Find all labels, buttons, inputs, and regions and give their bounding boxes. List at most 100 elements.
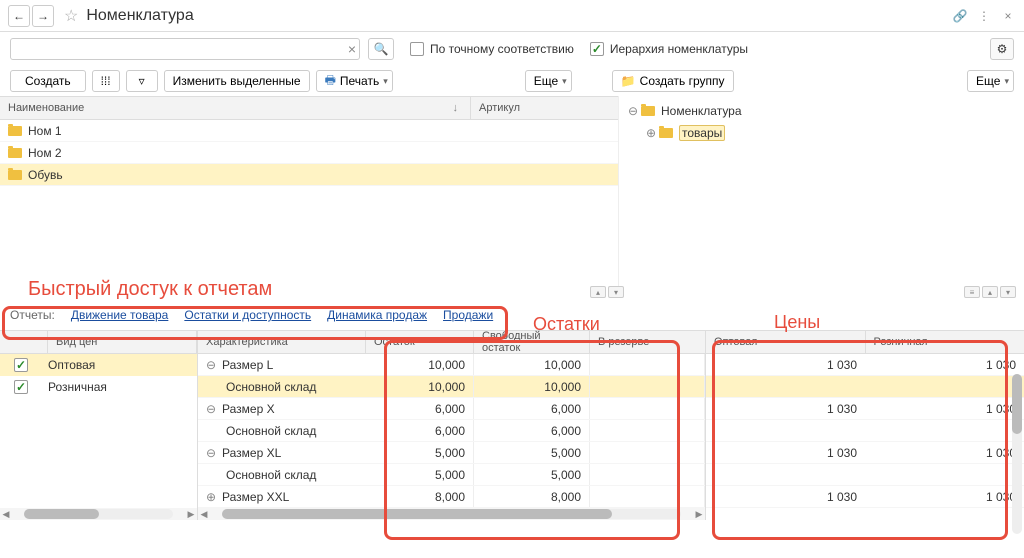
exact-match-label: По точному соответствию: [430, 42, 574, 56]
col-name-header[interactable]: Наименование ↓: [0, 102, 470, 114]
splitter-handle[interactable]: ▾: [608, 286, 624, 298]
print-label: Печать: [340, 74, 379, 88]
price-types-header: Вид цен: [0, 330, 197, 354]
report-link-stock[interactable]: Остатки и доступность: [184, 308, 311, 322]
folder-icon: [8, 126, 22, 136]
prices-row[interactable]: 1 0301 030: [706, 354, 1024, 376]
barcode-button[interactable]: ⁞⁞⁞: [92, 70, 120, 92]
bottom-area: Вид цен Оптовая Розничная ◀ ▶ Характерис…: [0, 330, 1024, 520]
scrollbar-h[interactable]: ◀ ▶: [198, 508, 705, 520]
splitter-handle[interactable]: ▴: [590, 286, 606, 298]
main-area: Наименование ↓ Артикул Ном 1 Ном 2 Обувь…: [0, 96, 1024, 286]
splitter-handle[interactable]: ▴: [982, 286, 998, 298]
expand-toggle-icon[interactable]: ⊖: [206, 358, 218, 372]
expand-toggle-icon[interactable]: ⊕: [206, 490, 218, 504]
link-icon[interactable]: 🔗: [952, 8, 968, 24]
reports-label: Отчеты:: [10, 308, 55, 322]
filter-icon: ▿: [139, 74, 145, 88]
checkbox-checked-icon[interactable]: [14, 358, 28, 372]
checkbox-checked-icon: [590, 42, 604, 56]
splitter-handle[interactable]: ≡: [964, 286, 980, 298]
prices-row[interactable]: 1 0301 030: [706, 398, 1024, 420]
create-group-button[interactable]: 📁 Создать группу: [612, 70, 734, 92]
tree-child[interactable]: ⊕ товары: [619, 122, 1024, 144]
folder-icon: [8, 170, 22, 180]
list-item-selected[interactable]: Обувь: [0, 164, 618, 186]
expand-toggle-icon[interactable]: ⊖: [206, 402, 218, 416]
more-icon[interactable]: ⋮: [976, 8, 992, 24]
retail-price-col[interactable]: Розничная: [866, 331, 1024, 353]
change-selected-button[interactable]: Изменить выделенные: [164, 70, 310, 92]
char-row[interactable]: Основной склад10,00010,000: [198, 376, 705, 398]
char-row[interactable]: ⊕Размер XXL8,0008,000: [198, 486, 705, 508]
char-header: Характеристика Остаток Свободный остаток…: [198, 330, 705, 354]
scrollbar-h[interactable]: ◀ ▶: [0, 508, 197, 520]
collapse-icon[interactable]: ⊖: [627, 104, 639, 118]
search-button[interactable]: 🔍: [368, 38, 394, 60]
characteristics-panel: Характеристика Остаток Свободный остаток…: [198, 330, 706, 520]
folder-icon: [641, 106, 655, 116]
prices-row[interactable]: [706, 376, 1024, 398]
char-row[interactable]: ⊖Размер X6,0006,000: [198, 398, 705, 420]
page-title: Номенклатура: [86, 7, 193, 25]
report-link-dynamics[interactable]: Динамика продаж: [327, 308, 427, 322]
char-row[interactable]: Основной склад6,0006,000: [198, 420, 705, 442]
prices-row[interactable]: 1 0301 030: [706, 486, 1024, 508]
more-button-right[interactable]: Еще: [967, 70, 1014, 92]
toolbar: Создать ⁞⁞⁞ ▿ Изменить выделенные 🖶 Печа…: [0, 66, 1024, 96]
scrollbar-v[interactable]: [1012, 374, 1022, 534]
report-link-sales[interactable]: Продажи: [443, 308, 493, 322]
folder-plus-icon: 📁: [621, 74, 636, 88]
filter-button[interactable]: ▿: [126, 70, 158, 92]
exact-match-checkbox[interactable]: По точному соответствию: [410, 42, 574, 56]
expand-toggle-icon[interactable]: ⊖: [206, 446, 218, 460]
back-button[interactable]: ←: [8, 5, 30, 27]
report-link-movement[interactable]: Движение товара: [71, 308, 169, 322]
opt-price-col[interactable]: Оптовая: [706, 331, 866, 353]
clear-search-icon[interactable]: ×: [348, 41, 356, 57]
more-button-left[interactable]: Еще: [525, 70, 572, 92]
print-button[interactable]: 🖶 Печать: [316, 70, 393, 92]
checkbox-checked-icon[interactable]: [14, 380, 28, 394]
hierarchy-checkbox[interactable]: Иерархия номенклатуры: [590, 42, 748, 56]
printer-icon: 🖶: [325, 71, 336, 92]
prices-row[interactable]: [706, 464, 1024, 486]
char-row[interactable]: ⊖Размер L10,00010,000: [198, 354, 705, 376]
splitter: ▴ ▾ ≡ ▴ ▾: [0, 286, 1024, 300]
create-button[interactable]: Создать: [10, 70, 86, 92]
col-article-header[interactable]: Артикул: [470, 97, 618, 119]
gear-icon: ⚙: [997, 42, 1008, 56]
close-icon[interactable]: ×: [1000, 8, 1016, 24]
list-item[interactable]: Ном 2: [0, 142, 618, 164]
char-row[interactable]: ⊖Размер XL5,0005,000: [198, 442, 705, 464]
tree-root[interactable]: ⊖ Номенклатура: [619, 100, 1024, 122]
char-col[interactable]: Характеристика: [198, 331, 366, 353]
prices-panel: Оптовая Розничная 1 0301 030 1 0301 030 1 …: [706, 330, 1024, 520]
prices-header: Оптовая Розничная: [706, 330, 1024, 354]
search-input[interactable]: [10, 38, 360, 60]
folder-icon: [659, 128, 673, 138]
items-list-panel: Наименование ↓ Артикул Ном 1 Ном 2 Обувь: [0, 96, 618, 286]
price-type-row[interactable]: Розничная: [0, 376, 197, 398]
sort-arrow-icon: ↓: [453, 102, 459, 114]
items-table-header: Наименование ↓ Артикул: [0, 96, 618, 120]
expand-icon[interactable]: ⊕: [645, 126, 657, 140]
price-type-row[interactable]: Оптовая: [0, 354, 197, 376]
settings-button[interactable]: ⚙: [990, 38, 1014, 60]
stock-col[interactable]: Остаток: [366, 331, 474, 353]
splitter-handle[interactable]: ▾: [1000, 286, 1016, 298]
tree-panel: ⊖ Номенклатура ⊕ товары: [618, 96, 1024, 286]
prices-row[interactable]: 1 0301 030: [706, 442, 1024, 464]
price-type-col[interactable]: Вид цен: [48, 331, 197, 353]
free-col[interactable]: Свободный остаток: [474, 331, 590, 353]
reports-row: Отчеты: Движение товара Остатки и доступ…: [0, 300, 1024, 330]
folder-icon: [8, 148, 22, 158]
char-row[interactable]: Основной склад5,0005,000: [198, 464, 705, 486]
forward-button[interactable]: →: [32, 5, 54, 27]
reserve-col[interactable]: В резерве: [590, 331, 705, 353]
create-group-label: Создать группу: [640, 74, 725, 88]
list-item[interactable]: Ном 1: [0, 120, 618, 142]
prices-row[interactable]: [706, 420, 1024, 442]
favorite-star-icon[interactable]: ☆: [64, 6, 78, 26]
barcode-icon: ⁞⁞⁞: [101, 74, 111, 88]
